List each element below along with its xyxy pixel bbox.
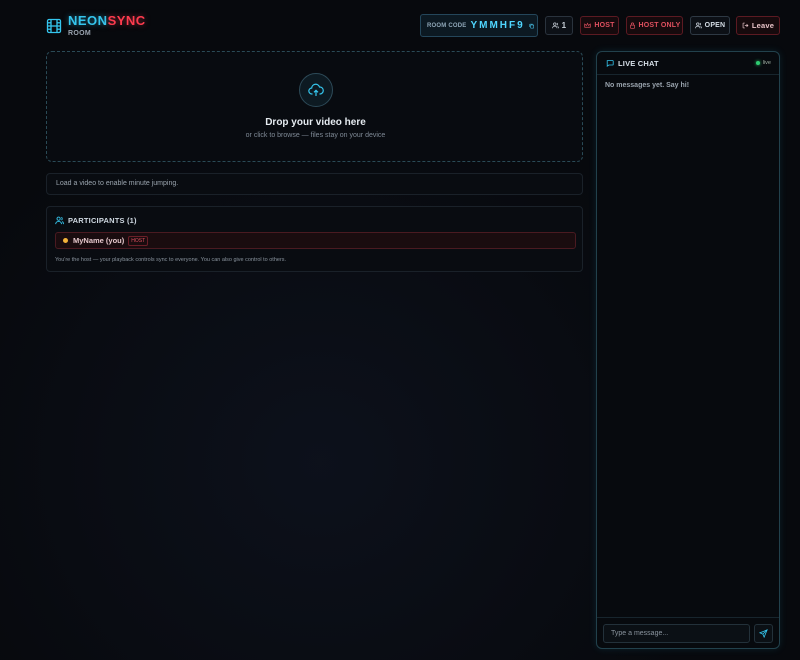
cloud-upload-icon (308, 83, 324, 96)
lock-icon (629, 22, 635, 29)
message-icon (606, 60, 614, 67)
brand-name: NEONSYNC (68, 14, 146, 28)
leave-button[interactable]: Leave (736, 16, 780, 35)
live-label: live (762, 60, 771, 66)
users-icon (551, 22, 559, 29)
users-icon (694, 22, 702, 29)
chat-footer: Type a message... (597, 617, 779, 649)
dropzone-title: Drop your video here (265, 117, 366, 128)
top-bar: NEONSYNC ROOM ROOM CODE YMMHF9 1 HOST HO… (0, 0, 800, 50)
send-button[interactable] (754, 624, 773, 643)
users-icon (55, 216, 64, 225)
participant-row[interactable]: MyName (you) HOST (55, 232, 576, 249)
participant-name: MyName (you) (73, 236, 125, 245)
live-dot (755, 61, 760, 65)
participant-count-button[interactable]: 1 (545, 16, 573, 35)
open-toggle[interactable]: OPEN (690, 16, 730, 35)
film-icon (46, 18, 62, 34)
room-code-button[interactable]: ROOM CODE YMMHF9 (420, 14, 538, 37)
chat-message-input[interactable]: Type a message... (603, 624, 750, 643)
send-icon (759, 629, 768, 638)
participants-header: PARTICIPANTS (1) (55, 216, 137, 225)
brand-name-part1: NEON (68, 13, 108, 28)
participants-panel: PARTICIPANTS (1) MyName (you) HOST You'r… (46, 206, 583, 272)
host-only-toggle[interactable]: HOST ONLY (626, 16, 683, 35)
minute-jump-notice: Load a video to enable minute jumping. (46, 173, 583, 195)
chat-panel: LIVE CHAT live No messages yet. Say hi! … (596, 51, 780, 649)
brand-subtitle: ROOM (68, 30, 91, 37)
chat-title: LIVE CHAT (618, 58, 659, 68)
copy-icon (529, 23, 534, 28)
open-label: OPEN (704, 22, 726, 29)
dropzone-subtitle: or click to browse — files stay on your … (245, 132, 386, 139)
live-indicator: live (755, 60, 771, 66)
host-label: HOST (594, 22, 615, 29)
chat-header: LIVE CHAT live (597, 52, 779, 75)
logout-icon (742, 22, 749, 29)
host-badge: HOST (128, 235, 149, 246)
leave-label: Leave (751, 21, 775, 30)
video-dropzone[interactable]: Drop your video here or click to browse … (46, 51, 583, 162)
brand-name-part2: SYNC (107, 13, 146, 28)
room-code-value: YMMHF9 (470, 20, 525, 31)
status-dot (63, 238, 68, 243)
crown-icon (584, 22, 592, 28)
brand[interactable]: NEONSYNC ROOM (46, 14, 146, 37)
participant-count: 1 (561, 21, 567, 30)
host-note: You're the host — your playback controls… (55, 257, 287, 263)
chat-empty-message: No messages yet. Say hi! (605, 82, 690, 89)
host-button[interactable]: HOST (580, 16, 619, 35)
room-code-label: ROOM CODE (427, 22, 467, 29)
upload-button[interactable] (299, 73, 333, 107)
host-only-label: HOST ONLY (638, 22, 681, 29)
participants-title: PARTICIPANTS (1) (68, 216, 137, 225)
